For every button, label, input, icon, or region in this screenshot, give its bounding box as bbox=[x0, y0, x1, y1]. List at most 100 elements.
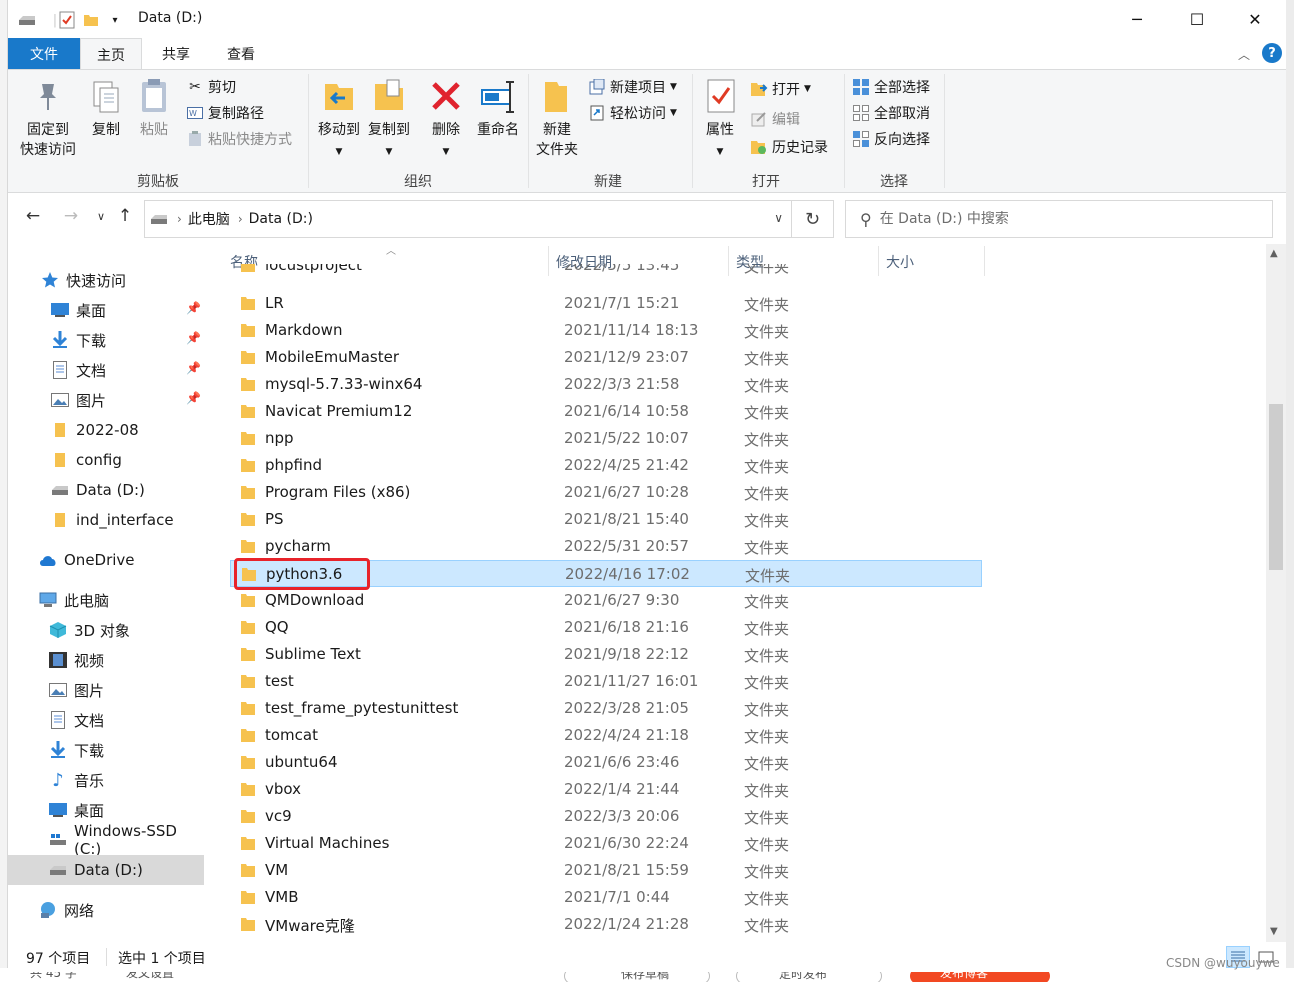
table-row[interactable]: VM 2021/8/21 15:59 文件夹 bbox=[230, 857, 982, 884]
refresh-button[interactable]: ↻ bbox=[792, 200, 834, 238]
select-all-button[interactable]: 全部选择 bbox=[852, 76, 930, 98]
table-row[interactable]: VMware克隆 2022/1/24 21:28 文件夹 bbox=[230, 911, 982, 938]
recent-locations-icon[interactable]: ∨ bbox=[90, 210, 112, 223]
breadcrumb-chevron-icon[interactable]: › bbox=[177, 212, 182, 226]
nav-label: ind_interface bbox=[76, 511, 174, 529]
history-button[interactable]: 历史记录 bbox=[750, 136, 828, 158]
tab-file[interactable]: 文件 bbox=[8, 38, 80, 69]
nav-documents[interactable]: 文档 📌 bbox=[8, 355, 204, 385]
close-button[interactable]: ✕ bbox=[1226, 0, 1284, 38]
nav-pc-pictures[interactable]: 图片 bbox=[8, 675, 204, 705]
table-row[interactable]: Navicat Premium12 2021/6/14 10:58 文件夹 bbox=[230, 398, 982, 425]
address-bar[interactable]: › 此电脑 › Data (D:) ∨ bbox=[144, 200, 792, 238]
breadcrumb-data-d[interactable]: Data (D:) bbox=[249, 211, 313, 227]
nav-data-d-quick[interactable]: Data (D:) bbox=[8, 475, 204, 505]
delete-button[interactable]: 删除 ▼ bbox=[424, 76, 468, 162]
table-row[interactable]: ubuntu64 2021/6/6 23:46 文件夹 bbox=[230, 749, 982, 776]
breadcrumb-chevron-icon[interactable]: › bbox=[238, 212, 243, 226]
nav-pc-downloads[interactable]: 下载 bbox=[8, 735, 204, 765]
table-row[interactable]: QQ 2021/6/18 21:16 文件夹 bbox=[230, 614, 982, 641]
nav-onedrive[interactable]: OneDrive bbox=[8, 545, 204, 575]
table-row[interactable]: Sublime Text 2021/9/18 22:12 文件夹 bbox=[230, 641, 982, 668]
nav-folder-2022-08[interactable]: 2022-08 bbox=[8, 415, 204, 445]
nav-pc-documents[interactable]: 文档 bbox=[8, 705, 204, 735]
nav-folder-config[interactable]: config bbox=[8, 445, 204, 475]
scroll-down-arrow-icon[interactable]: ▼ bbox=[1270, 926, 1278, 937]
nav-3d-objects[interactable]: 3D 对象 bbox=[8, 615, 204, 645]
table-row-partial[interactable]: locustproject 2022/5/5 13:45 文件夹 bbox=[230, 264, 982, 278]
vertical-scrollbar[interactable]: ▲ ▼ bbox=[1266, 244, 1286, 942]
copy-to-button[interactable]: 复制到 ▼ bbox=[364, 76, 414, 162]
search-input[interactable] bbox=[879, 211, 1260, 227]
properties-quick-icon[interactable] bbox=[56, 10, 78, 30]
table-row[interactable]: test_frame_pytestunittest 2022/3/28 21:05… bbox=[230, 695, 982, 722]
nav-music[interactable]: ♪ 音乐 bbox=[8, 765, 204, 795]
table-row[interactable]: vbox 2022/1/4 21:44 文件夹 bbox=[230, 776, 982, 803]
rename-button[interactable]: 重命名 bbox=[470, 76, 526, 140]
table-row[interactable]: tomcat 2022/4/24 21:18 文件夹 bbox=[230, 722, 982, 749]
pin-icon[interactable]: 📌 bbox=[186, 391, 201, 405]
help-icon[interactable]: ? bbox=[1262, 43, 1282, 63]
table-row[interactable]: npp 2021/5/22 10:07 文件夹 bbox=[230, 425, 982, 452]
up-button[interactable]: ↑ bbox=[114, 206, 136, 226]
pin-icon[interactable]: 📌 bbox=[186, 331, 201, 345]
table-row[interactable]: MobileEmuMaster 2021/12/9 23:07 文件夹 bbox=[230, 344, 982, 371]
new-item-button[interactable]: 新建项目 ▼ bbox=[588, 76, 677, 98]
collapse-ribbon-icon[interactable]: ︿ bbox=[1238, 46, 1250, 63]
nav-pictures[interactable]: 图片 📌 bbox=[8, 385, 204, 415]
address-dropdown-icon[interactable]: ∨ bbox=[774, 211, 783, 225]
pin-quick-access-button[interactable]: 固定到 快速访问 bbox=[16, 76, 80, 160]
tab-home[interactable]: 主页 bbox=[80, 38, 142, 70]
table-row[interactable]: phpfind 2022/4/25 21:42 文件夹 bbox=[230, 452, 982, 479]
table-row[interactable]: vc9 2022/3/3 20:06 文件夹 bbox=[230, 803, 982, 830]
table-row[interactable]: VMB 2021/7/1 0:44 文件夹 bbox=[230, 884, 982, 911]
properties-button[interactable]: 属性 ▼ bbox=[698, 76, 742, 162]
pin-icon[interactable]: 📌 bbox=[186, 301, 201, 315]
table-row[interactable]: QMDownload 2021/6/27 9:30 文件夹 bbox=[230, 587, 982, 614]
quick-access-dropdown-icon[interactable]: ▾ bbox=[104, 10, 126, 30]
scrollbar-thumb[interactable] bbox=[1269, 404, 1283, 570]
table-row[interactable]: pycharm 2022/5/31 20:57 文件夹 bbox=[230, 533, 982, 560]
paste-button[interactable]: 粘贴 bbox=[132, 76, 176, 140]
cut-button[interactable]: ✂ 剪切 bbox=[186, 76, 236, 98]
nav-windows-ssd-c[interactable]: Windows-SSD (C:) bbox=[8, 822, 204, 858]
nav-desktop[interactable]: 桌面 📌 bbox=[8, 295, 204, 325]
nav-pc-desktop[interactable]: 桌面 bbox=[8, 795, 204, 825]
nav-videos[interactable]: 视频 bbox=[8, 645, 204, 675]
nav-this-pc[interactable]: 此电脑 bbox=[8, 585, 204, 615]
table-row[interactable]: LR 2021/7/1 15:21 文件夹 bbox=[230, 290, 982, 317]
new-folder-button[interactable]: 新建 文件夹 bbox=[532, 76, 582, 160]
back-button[interactable]: ← bbox=[22, 206, 44, 226]
edit-button[interactable]: 编辑 bbox=[750, 108, 800, 130]
tab-view[interactable]: 查看 bbox=[210, 38, 272, 69]
tab-share[interactable]: 共享 bbox=[146, 38, 206, 69]
paste-shortcut-button[interactable]: 粘贴快捷方式 bbox=[186, 128, 292, 150]
nav-folder-ind-interface[interactable]: ind_interface bbox=[8, 505, 204, 535]
nav-downloads[interactable]: 下载 📌 bbox=[8, 325, 204, 355]
forward-button[interactable]: → bbox=[60, 206, 82, 226]
copy-button[interactable]: 复制 bbox=[84, 76, 128, 140]
nav-data-d[interactable]: Data (D:) bbox=[8, 855, 204, 885]
copy-path-button[interactable]: W 复制路径 bbox=[186, 102, 264, 124]
table-row[interactable]: Virtual Machines 2021/6/30 22:24 文件夹 bbox=[230, 830, 982, 857]
table-row[interactable]: mysql-5.7.33-winx64 2022/3/3 21:58 文件夹 bbox=[230, 371, 982, 398]
file-type: 文件夹 bbox=[744, 836, 790, 854]
breadcrumb-this-pc[interactable]: 此电脑 bbox=[188, 209, 230, 229]
table-row[interactable]: Markdown 2021/11/14 18:13 文件夹 bbox=[230, 317, 982, 344]
new-folder-quick-icon[interactable] bbox=[80, 10, 102, 30]
pin-icon[interactable]: 📌 bbox=[186, 361, 201, 375]
maximize-button[interactable]: ☐ bbox=[1168, 0, 1226, 38]
scroll-up-arrow-icon[interactable]: ▲ bbox=[1270, 248, 1278, 259]
nav-quick-access[interactable]: 快速访问 bbox=[8, 265, 204, 295]
select-none-button[interactable]: 全部取消 bbox=[852, 102, 930, 124]
column-divider[interactable] bbox=[984, 246, 985, 276]
table-row[interactable]: test 2021/11/27 16:01 文件夹 bbox=[230, 668, 982, 695]
minimize-button[interactable]: ─ bbox=[1108, 0, 1166, 38]
invert-selection-button[interactable]: 反向选择 bbox=[852, 128, 930, 150]
nav-network[interactable]: 网络 bbox=[8, 895, 204, 925]
table-row[interactable]: Program Files (x86) 2021/6/27 10:28 文件夹 bbox=[230, 479, 982, 506]
table-row[interactable]: PS 2021/8/21 15:40 文件夹 bbox=[230, 506, 982, 533]
move-to-button[interactable]: 移动到 ▼ bbox=[314, 76, 364, 162]
easy-access-button[interactable]: 轻松访问 ▼ bbox=[588, 102, 677, 124]
open-button[interactable]: 打开 ▼ bbox=[750, 78, 811, 100]
